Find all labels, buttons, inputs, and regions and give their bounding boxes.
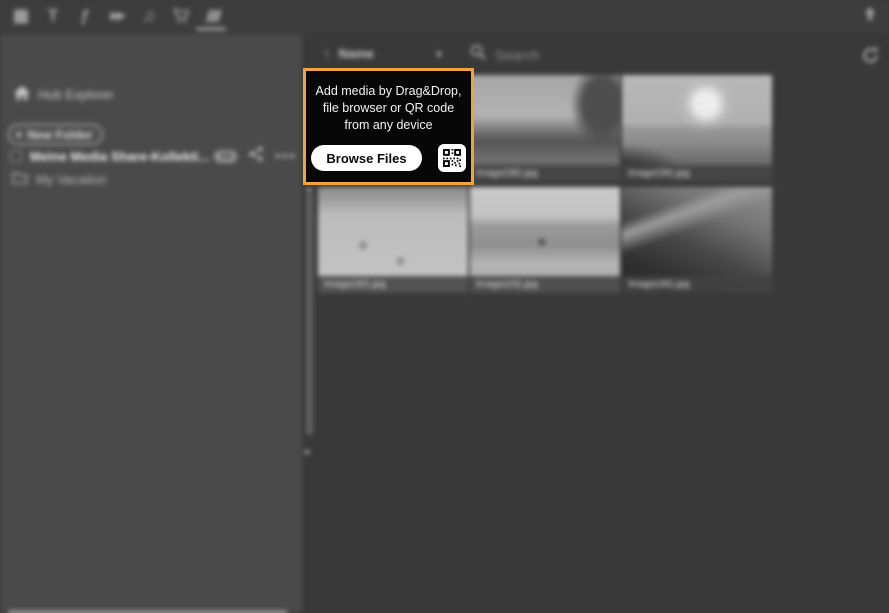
browse-files-button[interactable]: Browse Files xyxy=(311,145,421,171)
thumbnail-filename: Image(39).jpg xyxy=(622,165,772,182)
folder-label: My Vacation xyxy=(36,172,107,187)
transitions-icon[interactable]: ▶▶ xyxy=(104,4,130,28)
sort-control[interactable]: ↑ Name xyxy=(324,46,374,61)
collection-checkbox[interactable] xyxy=(10,150,22,162)
media-pool-icon[interactable]: ▦ xyxy=(8,4,34,28)
search-box[interactable] xyxy=(470,44,647,65)
sidebar-item-collection[interactable]: Meine Media Share-Kollekti... 10 xyxy=(10,146,298,166)
sort-field-label: Name xyxy=(339,46,374,61)
titles-icon[interactable]: T xyxy=(40,4,66,28)
sort-dropdown-chevron-icon[interactable]: ▾ xyxy=(436,47,442,61)
add-media-popup: Add media by Drag&Drop, file browser or … xyxy=(303,68,474,185)
top-toolbar: ▦ T ƒ ▶▶ ♫ xyxy=(0,0,889,34)
sidebar-title: Hub Explorer xyxy=(38,87,114,102)
thumbnail-tile[interactable]: Image(39).jpg xyxy=(622,75,772,182)
popup-message-line: from any device xyxy=(306,117,471,134)
popup-message: Add media by Drag&Drop, file browser or … xyxy=(306,83,471,134)
thumbnail-tile[interactable]: Image(40).jpg xyxy=(318,187,468,293)
folder-icon xyxy=(12,171,28,187)
new-folder-label: New Folder xyxy=(28,128,93,142)
thumbnail-tile[interactable]: Image(43).jpg xyxy=(470,187,620,293)
collection-label: Meine Media Share-Kollekti... xyxy=(30,149,209,164)
upload-icon[interactable] xyxy=(861,5,879,28)
popup-buttons-row: Browse Files xyxy=(306,144,471,172)
sort-ascending-icon: ↑ xyxy=(324,46,331,61)
plus-icon: + xyxy=(15,127,23,142)
active-tab-underline xyxy=(196,28,226,30)
more-options-icon[interactable] xyxy=(276,154,294,158)
thumbnail-tile[interactable]: Image(46).jpg xyxy=(622,187,772,293)
new-folder-button[interactable]: + New Folder xyxy=(8,124,103,145)
thumbnail-filename: Image(46).jpg xyxy=(622,276,772,293)
share-icon[interactable] xyxy=(248,146,264,167)
audio-icon[interactable]: ♫ xyxy=(136,4,162,28)
popup-message-line: file browser or QR code xyxy=(306,100,471,117)
app-window: ▦ T ƒ ▶▶ ♫ xyxy=(0,0,889,613)
refresh-icon[interactable] xyxy=(861,46,880,70)
search-input[interactable] xyxy=(493,46,647,64)
store-cart-icon[interactable] xyxy=(168,4,194,28)
qr-code-icon xyxy=(443,149,461,167)
sidebar-item-my-vacation[interactable]: My Vacation xyxy=(12,171,107,187)
thumbnail-filename: Image(43).jpg xyxy=(470,276,620,293)
thumbnail-filename: Image(40).jpg xyxy=(318,276,468,293)
thumbnail-tile[interactable]: Image(38).jpg xyxy=(470,75,620,182)
collection-count-badge: 10 xyxy=(214,150,237,163)
effects-icon[interactable]: ƒ xyxy=(72,4,98,28)
search-icon xyxy=(470,44,486,65)
popup-message-line: Add media by Drag&Drop, xyxy=(306,83,471,100)
sidebar-hub-explorer: Hub Explorer + New Folder Meine Media Sh… xyxy=(0,34,302,613)
scroll-down-arrow-icon[interactable]: ▶ xyxy=(305,448,311,456)
home-icon xyxy=(13,85,31,106)
media-hub-icon[interactable] xyxy=(200,4,226,28)
qr-code-button[interactable] xyxy=(438,144,466,172)
scrollbar-thumb[interactable] xyxy=(306,193,313,435)
thumbnail-filename: Image(38).jpg xyxy=(470,165,620,182)
